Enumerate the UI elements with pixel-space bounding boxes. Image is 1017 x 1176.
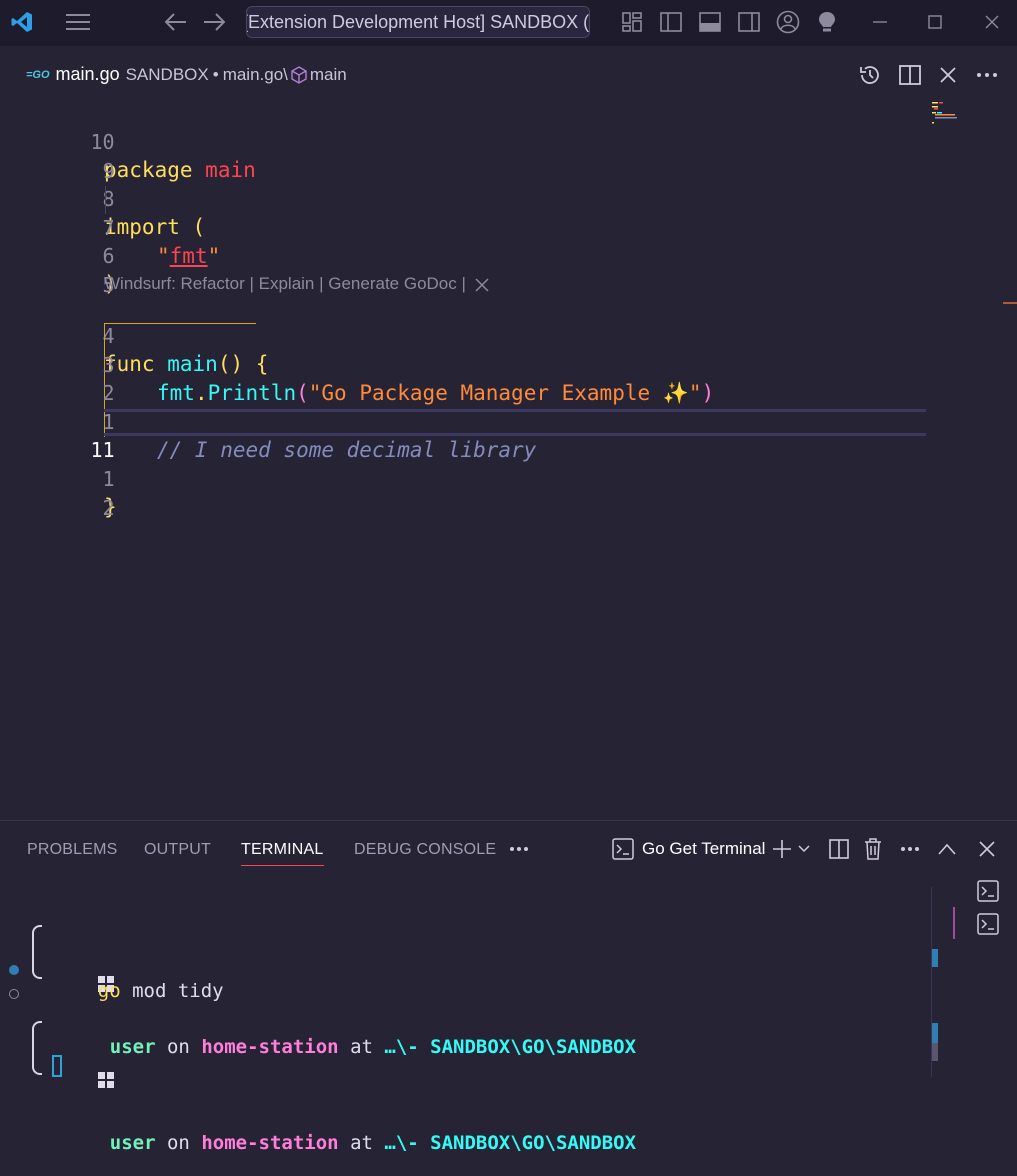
code-line-current: 11: [0, 408, 1000, 462]
breadcrumb-file[interactable]: main.go: [56, 64, 120, 85]
code-line: 9: [0, 129, 1000, 183]
prompt-user: user: [109, 1132, 156, 1154]
codelens-text[interactable]: Windsurf: Refactor | Explain | Generate …: [104, 274, 466, 293]
maximize-panel-icon[interactable]: [938, 837, 956, 861]
timeline-history-icon[interactable]: [858, 63, 882, 87]
go-file-icon: =GO: [26, 68, 50, 81]
codelens-close-icon[interactable]: [475, 277, 489, 292]
more-actions-icon[interactable]: [975, 63, 999, 87]
vscode-logo-icon: [10, 10, 34, 34]
command-center-search[interactable]: [Extension Development Host] SANDBOX (Wo…: [246, 6, 590, 38]
title-bar: [Extension Development Host] SANDBOX (Wo…: [0, 0, 1017, 46]
prompt-host: home-station: [201, 1132, 339, 1154]
breadcrumb-separator: •: [212, 64, 219, 84]
toggle-secondary-sidebar-icon[interactable]: [737, 10, 761, 34]
forward-arrow-icon[interactable]: [202, 10, 226, 34]
minimize-icon[interactable]: [868, 10, 892, 34]
code-line: 10 package main: [0, 100, 1000, 182]
bottom-panel: PROBLEMS OUTPUT TERMINAL DEBUG CONSOLE G…: [0, 820, 1017, 1154]
indent-guide: [105, 186, 106, 214]
prompt-path: …\- SANDBOX\GO\SANDBOX: [384, 1132, 637, 1154]
terminal-tab-1-icon[interactable]: [977, 880, 999, 902]
split-terminal-icon[interactable]: [829, 837, 849, 861]
maximize-icon[interactable]: [923, 10, 947, 34]
close-window-icon[interactable]: [980, 10, 1004, 34]
command-go: go: [97, 980, 121, 1002]
tab-output[interactable]: OUTPUT: [144, 841, 211, 859]
chevron-down-icon[interactable]: [798, 837, 810, 861]
terminal-scrollbar[interactable]: [931, 887, 954, 1077]
prompt-on: on: [166, 1132, 190, 1154]
terminal-name: Go Get Terminal: [642, 839, 766, 858]
code-line: 2: [0, 466, 1000, 520]
toggle-primary-sidebar-icon[interactable]: [659, 10, 683, 34]
command-pending-dot[interactable]: [9, 989, 19, 999]
customize-layout-icon[interactable]: [620, 10, 644, 34]
back-arrow-icon[interactable]: [164, 10, 188, 34]
code-line: 5: [0, 243, 1000, 297]
code-line: 2: [0, 351, 1000, 405]
command-success-dot[interactable]: [9, 965, 19, 975]
lightbulb-icon[interactable]: [815, 10, 839, 34]
new-terminal-icon[interactable]: [772, 837, 792, 861]
breadcrumb: =GO main.go SANDBOX • main.go\ main: [26, 64, 347, 85]
code-line: 3 fmt.Println("Go Package Manager Exampl…: [0, 323, 1000, 405]
terminal-selector[interactable]: Go Get Terminal: [612, 837, 765, 861]
prompt-bracket: [32, 1021, 42, 1075]
prompt-at: at: [350, 1132, 373, 1154]
overview-ruler-marker: [1003, 302, 1017, 304]
split-editor-icon[interactable]: [898, 63, 922, 87]
prompt-bracket: [32, 925, 42, 979]
breadcrumb-path[interactable]: main.go\: [223, 65, 288, 85]
code-line: 1 // I need some decimal library: [0, 380, 1000, 462]
panel-overflow-icon[interactable]: [509, 837, 529, 861]
symbol-package-icon: [290, 65, 308, 84]
tab-terminal[interactable]: TERMINAL: [241, 841, 324, 866]
terminal-tab-2-icon[interactable]: [977, 913, 999, 935]
tab-debug-console[interactable]: DEBUG CONSOLE: [354, 841, 496, 859]
terminal-prompt-line: user on home-station at …\- SANDBOX\GO\S…: [52, 1006, 636, 1176]
close-editor-icon[interactable]: [936, 63, 960, 87]
line-number: 2: [102, 496, 115, 520]
active-terminal-indicator: [953, 907, 955, 939]
terminal-icon: [612, 838, 634, 860]
close-panel-icon[interactable]: [978, 837, 996, 861]
os-icon: [97, 1028, 167, 1132]
panel-more-icon[interactable]: [900, 837, 920, 861]
code-line: 4 func main() {: [0, 294, 1000, 376]
terminal-cursor[interactable]: [52, 1055, 62, 1077]
tab-problems[interactable]: PROBLEMS: [27, 841, 118, 859]
toggle-panel-icon[interactable]: [698, 10, 722, 34]
menu-icon[interactable]: [66, 10, 90, 34]
codelens-actions[interactable]: Windsurf: Refactor | Explain | Generate …: [104, 274, 489, 294]
window-title: [Extension Development Host] SANDBOX (Wo…: [246, 12, 590, 32]
code-line: 1 }: [0, 437, 1000, 519]
command-args: mod tidy: [132, 980, 224, 1002]
account-icon[interactable]: [776, 10, 800, 34]
breadcrumb-symbol[interactable]: main: [310, 65, 347, 85]
trash-icon[interactable]: [864, 837, 882, 861]
code-line: 6 ): [0, 214, 1000, 296]
code-line: 8 import (: [0, 157, 1000, 239]
breadcrumb-folder[interactable]: SANDBOX: [126, 65, 209, 85]
code-line: 7 "fmt": [0, 186, 1000, 268]
